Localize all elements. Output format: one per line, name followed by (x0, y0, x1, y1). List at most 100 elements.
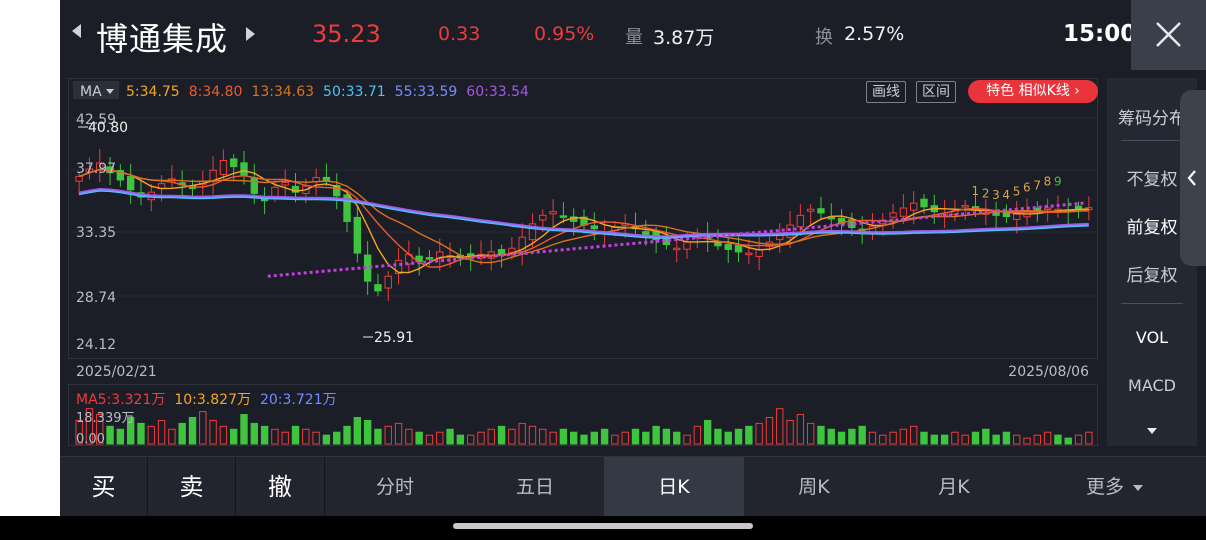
sequence-label: 2 (982, 187, 990, 201)
volume-bar (106, 425, 114, 445)
volume-bar (209, 419, 217, 445)
similar-kline-button[interactable]: 特色 相似K线 › (968, 80, 1098, 103)
volume-bar (456, 434, 465, 445)
candle (734, 236, 743, 263)
volume-bar (518, 422, 526, 445)
volume-bar (271, 428, 279, 445)
volume-min-label: 0.00 (76, 432, 105, 446)
more-indicators-chevron-icon[interactable] (1146, 427, 1158, 435)
volume-bar (415, 431, 423, 445)
tab-five-day[interactable]: 五日 (465, 457, 605, 516)
volume-bar (1033, 434, 1042, 445)
volume-bar (786, 419, 794, 445)
volume-bar (889, 431, 897, 445)
draw-line-button[interactable]: 画线 (866, 81, 906, 103)
tab-daily-k[interactable]: 日K (604, 457, 744, 516)
volume-bar (168, 428, 176, 445)
tab-weekly-k[interactable]: 周K (744, 457, 884, 516)
volume-bar (199, 411, 207, 445)
volume-bar (951, 431, 959, 445)
kline-chart-panel[interactable]: 123456789 MA 5:34.75 8:34.80 13:34.63 50:33… (68, 78, 1098, 446)
candle (137, 179, 145, 206)
close-button[interactable] (1131, 0, 1206, 70)
ma-value-3: 50:33.71 (323, 84, 386, 100)
volume-bar (137, 422, 145, 445)
cancel-order-button[interactable]: 撤 (236, 457, 324, 516)
bottom-action-bar: 买 卖 撤 分时 五日 日K 周K 月K 更多 (60, 456, 1206, 516)
volume-bar (281, 431, 289, 445)
turnover-value: 2.57% (844, 23, 905, 45)
ma-dropdown[interactable]: MA (80, 84, 102, 100)
candle (817, 196, 825, 219)
volume-bar (631, 428, 640, 445)
volume-bar (559, 428, 568, 445)
close-icon (1156, 22, 1181, 47)
tab-intraday[interactable]: 分时 (325, 457, 465, 516)
sequence-label: 3 (992, 188, 1000, 202)
volume-bar (333, 431, 341, 445)
volume-bar (446, 428, 454, 445)
macd-indicator-tab[interactable]: MACD (1107, 376, 1197, 395)
sequence-label: 4 (1002, 188, 1010, 202)
volume-bar (858, 425, 866, 445)
y-tick: 28.74 (76, 290, 116, 306)
candle (384, 270, 392, 302)
tab-monthly-k[interactable]: 月K (884, 457, 1024, 516)
candle (260, 187, 269, 215)
volume-bar (868, 431, 877, 445)
volume-value: 3.87万 (653, 27, 715, 49)
volume-bar (940, 434, 949, 445)
volume-bar (590, 431, 598, 445)
volume-bar (570, 431, 578, 445)
candle (1002, 204, 1011, 223)
ma-value-1: 8:34.80 (189, 84, 243, 100)
more-chevron-down-icon (1133, 485, 1143, 491)
sequence-label: 6 (1023, 181, 1031, 195)
volume-bar (250, 422, 258, 445)
volume-bar (508, 428, 516, 445)
interval-button[interactable]: 区间 (916, 81, 956, 103)
vol-indicator-tab[interactable]: VOL (1107, 328, 1197, 347)
volume-bar (703, 419, 712, 445)
volume-bars (75, 408, 1093, 445)
volume-bar (879, 434, 887, 445)
volume-bar (683, 434, 691, 445)
prev-stock-arrow-icon[interactable] (72, 24, 81, 38)
buy-button[interactable]: 买 (60, 457, 147, 516)
volume-bar (1085, 431, 1093, 445)
stock-name[interactable]: 博通集成 (96, 14, 228, 60)
volume-max-label: 18.339万 (76, 411, 135, 426)
sequence-label: 7 (1033, 178, 1041, 192)
candle (549, 199, 557, 227)
volume-bar (157, 419, 166, 445)
volume-bar (322, 434, 331, 445)
kline-chart[interactable]: 123456789 MA 5:34.75 8:34.80 13:34.63 50:33… (68, 78, 1098, 446)
candle (116, 164, 125, 187)
candle (1043, 198, 1052, 222)
volume-bar (796, 414, 805, 445)
divider (1121, 303, 1183, 304)
volume-bar (374, 428, 382, 445)
candle (806, 204, 815, 226)
next-stock-arrow-icon[interactable] (246, 27, 255, 41)
volume-bar (971, 431, 980, 445)
volume-ma-value-1: 10:3.827万 (174, 392, 251, 408)
collapse-side-panel-button[interactable] (1180, 90, 1206, 266)
volume-bar (745, 425, 753, 445)
volume-bar (734, 428, 743, 445)
home-indicator[interactable] (453, 523, 753, 529)
price-change-percent: 0.95% (534, 23, 595, 45)
volume-bar (920, 431, 928, 445)
volume-bar (662, 428, 671, 445)
sell-button[interactable]: 卖 (148, 457, 235, 516)
candle (168, 165, 176, 188)
volume-bar (147, 425, 155, 445)
volume-bar (837, 431, 846, 445)
volume-bar (776, 408, 784, 445)
tab-more[interactable]: 更多 (1070, 457, 1140, 516)
sequence-label: 9 (1054, 175, 1062, 189)
candle (374, 273, 382, 297)
quote-time: 15:00 (1063, 21, 1137, 47)
y-tick: 24.12 (76, 337, 116, 353)
volume-ma-value-2: 20:3.721万 (260, 392, 337, 408)
